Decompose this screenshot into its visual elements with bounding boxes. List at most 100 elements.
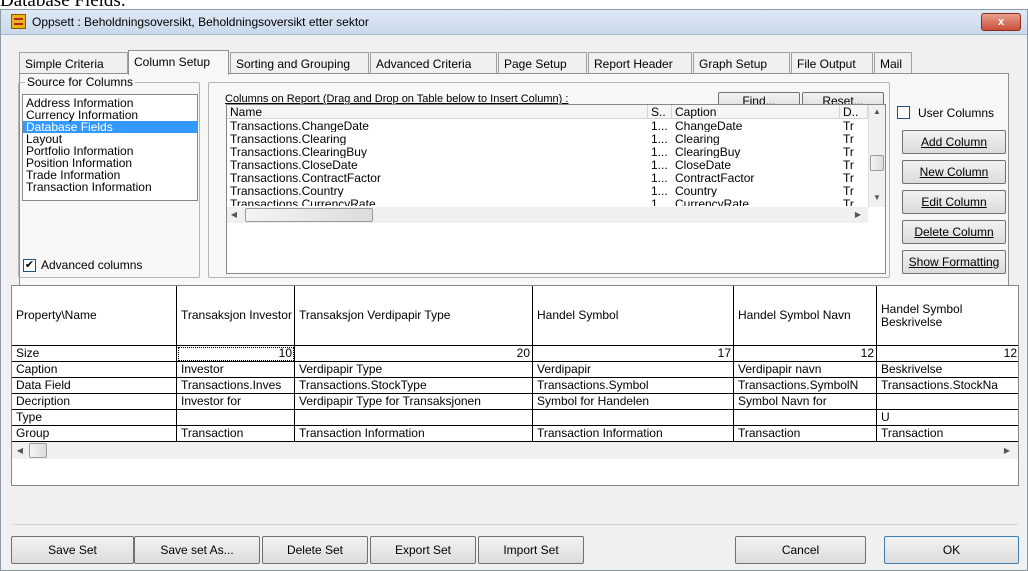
scroll-down-arrow-icon[interactable]: ▼ [869,193,885,202]
property-cell[interactable]: Beskrivelse [877,362,1018,378]
column-header-caption[interactable]: Caption [672,105,840,119]
column-header-name[interactable]: Name [227,105,648,119]
property-cell[interactable] [177,410,295,426]
property-cell[interactable]: Investor [177,362,295,378]
scroll-right-arrow-icon[interactable]: ▶ [1002,446,1012,455]
row-d: Tr [843,146,854,158]
property-cell[interactable]: Transaction Information [533,426,734,442]
save-set-as-button[interactable]: Save set As... [134,536,260,564]
property-cell[interactable]: U [877,410,1018,426]
delete-column-button[interactable]: Delete Column [902,220,1006,244]
column-header-transaksjon-investor[interactable]: Transaksjon Investor [177,286,295,346]
tab-file-output[interactable]: File Output [791,52,873,74]
tab-column-setup[interactable]: Column Setup [128,50,229,75]
horizontal-scroll-thumb[interactable] [29,443,47,458]
row-size: 1... [651,146,668,158]
property-cell[interactable]: 12 [877,346,1018,362]
source-list[interactable]: Address Information Currency Information… [22,94,198,201]
property-cell[interactable]: Verdipapir [533,362,734,378]
property-cell[interactable]: Transactions.Inves [177,378,295,394]
column-header-size[interactable]: S.. [648,105,672,119]
advanced-columns-checkbox[interactable]: ✔ [23,259,36,272]
property-cell[interactable] [877,394,1018,410]
columns-grid-row[interactable]: Transactions.ContractFactor 1... Contrac… [227,172,885,184]
horizontal-scroll-thumb[interactable] [245,208,373,222]
tab-graph-setup[interactable]: Graph Setup [693,52,790,74]
property-label: Caption [12,362,177,378]
column-header-handel-symbol-beskrivelse[interactable]: Handel Symbol Beskrivelse [877,286,1018,346]
title-bar[interactable]: Oppsett : Beholdningsoversikt, Beholdnin… [1,10,1027,35]
property-cell[interactable]: 10 [177,346,295,362]
column-header-d[interactable]: D.. [840,105,868,119]
tab-sorting-and-grouping[interactable]: Sorting and Grouping [230,52,369,74]
save-set-button[interactable]: Save Set [11,536,134,564]
row-size: 1... [651,133,668,145]
vertical-scroll-thumb[interactable] [870,155,884,171]
row-caption: CloseDate [675,159,732,171]
columns-grid[interactable]: Name S.. Caption D.. Transactions.Change… [226,104,886,274]
property-row-description: Decription Investor for Verdipapir Type … [12,394,1018,410]
tab-report-header[interactable]: Report Header [588,52,692,74]
property-cell[interactable]: Transaction [734,426,877,442]
columns-grid-horizontal-scrollbar[interactable]: ◀ ▶ [227,207,868,223]
property-grid[interactable]: Property\Name Transaksjon Investor Trans… [11,285,1019,486]
row-caption: ChangeDate [675,120,743,132]
property-cell[interactable]: Transactions.SymbolN [734,378,877,394]
row-caption: ClearingBuy [675,146,741,158]
columns-grid-row[interactable]: Transactions.ClearingBuy 1... ClearingBu… [227,146,885,158]
scroll-left-arrow-icon[interactable]: ◀ [229,210,239,219]
property-cell[interactable]: Transactions.Symbol [533,378,734,394]
divider [13,524,1018,525]
property-cell[interactable]: Transactions.StockType [295,378,533,394]
close-button[interactable]: x [981,13,1021,31]
export-set-button[interactable]: Export Set [370,536,476,564]
column-header-verdipapir-type[interactable]: Transaksjon Verdipapir Type [295,286,533,346]
column-header-handel-symbol-navn[interactable]: Handel Symbol Navn [734,286,877,346]
scroll-up-arrow-icon[interactable]: ▲ [869,107,885,116]
property-cell[interactable]: Symbol Navn for [734,394,877,410]
columns-grid-vertical-scrollbar[interactable]: ▲ ▼ [868,105,885,207]
row-name: Transactions.ChangeDate [230,120,369,132]
property-cell[interactable] [533,410,734,426]
new-column-button[interactable]: New Column [902,160,1006,184]
columns-grid-row[interactable]: Transactions.Clearing 1... Clearing Tr [227,133,885,145]
user-columns-checkbox[interactable] [897,106,910,119]
row-d: Tr [843,120,854,132]
property-cell[interactable]: Verdipapir navn [734,362,877,378]
columns-grid-row[interactable]: Transactions.CloseDate 1... CloseDate Tr [227,159,885,171]
scroll-left-arrow-icon[interactable]: ◀ [15,446,25,455]
columns-grid-row[interactable]: Transactions.CurrencyRate 1... CurrencyR… [227,198,885,206]
tab-strip: Simple Criteria Column Setup Sorting and… [19,50,1009,75]
add-column-button[interactable]: Add Column [902,130,1006,154]
source-item-transaction-information[interactable]: Transaction Information [23,181,197,193]
tab-advanced-criteria[interactable]: Advanced Criteria [370,52,497,74]
tab-page-setup[interactable]: Page Setup [498,52,587,74]
show-formatting-button[interactable]: Show Formatting [902,250,1006,274]
tab-mail[interactable]: Mail [874,52,912,74]
delete-set-button[interactable]: Delete Set [262,536,368,564]
property-cell[interactable]: Transaction [877,426,1018,442]
property-cell[interactable]: Transaction Information [295,426,533,442]
property-cell[interactable]: Transactions.StockNa [877,378,1018,394]
property-grid-horizontal-scrollbar[interactable]: ◀ ▶ [12,442,1018,459]
property-cell[interactable]: Verdipapir Type for Transaksjonen [295,394,533,410]
property-cell[interactable] [295,410,533,426]
property-cell[interactable]: Symbol for Handelen [533,394,734,410]
columns-grid-row[interactable]: Transactions.ChangeDate 1... ChangeDate … [227,120,885,132]
source-for-columns-legend: Source for Columns [25,75,136,89]
import-set-button[interactable]: Import Set [478,536,584,564]
property-cell[interactable]: Verdipapir Type [295,362,533,378]
property-cell[interactable]: Investor for [177,394,295,410]
tab-simple-criteria[interactable]: Simple Criteria [19,52,128,74]
property-cell[interactable] [734,410,877,426]
property-cell[interactable]: 20 [295,346,533,362]
columns-grid-row[interactable]: Transactions.Country 1... Country Tr [227,185,885,197]
property-cell[interactable]: 12 [734,346,877,362]
edit-column-button[interactable]: Edit Column [902,190,1006,214]
column-header-handel-symbol[interactable]: Handel Symbol [533,286,734,346]
cancel-button[interactable]: Cancel [735,536,866,564]
property-cell[interactable]: 17 [533,346,734,362]
scroll-right-arrow-icon[interactable]: ▶ [853,210,863,219]
ok-button[interactable]: OK [884,536,1019,564]
property-cell[interactable]: Transaction [177,426,295,442]
